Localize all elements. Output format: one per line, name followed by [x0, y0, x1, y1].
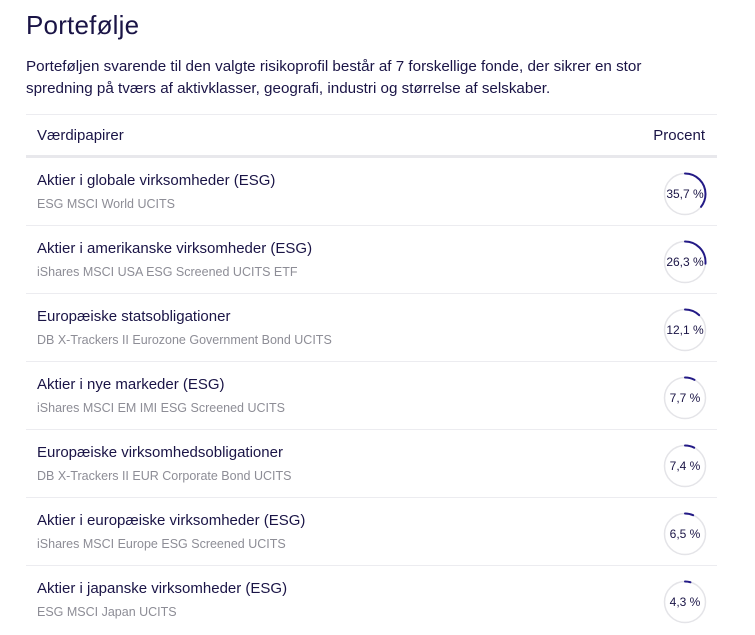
percent-value: 4,3 %	[669, 595, 701, 609]
percent-donut: 6,5 %	[663, 512, 707, 556]
percent-value: 35,7 %	[666, 186, 704, 201]
row-text: Aktier i europæiske virksomheder (ESG) iS…	[37, 512, 305, 552]
fund-name: iShares MSCI USA ESG Screened UCITS ETF	[37, 264, 298, 279]
table-row: Aktier i nye markeder (ESG) iShares MSCI …	[26, 362, 717, 430]
table-row: Aktier i globale virksomheder (ESG) ESG M…	[26, 158, 717, 226]
intro-text: Porteføljen svarende til den valgte risi…	[26, 58, 642, 97]
percent-value: 26,3 %	[666, 254, 704, 269]
percent-donut: 12,1 %	[663, 308, 707, 352]
row-text: Europæiske statsobligationer DB X-Tracker…	[37, 308, 332, 348]
percent-donut: 4,3 %	[663, 580, 707, 624]
portfolio-table: Værdipapirer Procent Aktier i globale vi…	[26, 114, 717, 634]
percent-donut: 7,7 %	[663, 376, 707, 420]
percent-donut: 7,4 %	[663, 444, 707, 488]
row-text: Europæiske virksomhedsobligationer DB X-T…	[37, 444, 291, 484]
row-text: Aktier i nye markeder (ESG) iShares MSCI …	[37, 376, 285, 416]
table-row: Aktier i europæiske virksomheder (ESG) iS…	[26, 498, 717, 566]
table-header: Værdipapirer Procent	[26, 114, 717, 158]
percent-donut: 26,3 %	[663, 240, 707, 284]
header-percent: Procent	[653, 126, 705, 144]
fund-name: ESG MSCI World UCITS	[37, 196, 175, 211]
asset-class-name: Aktier i nye markeder (ESG)	[37, 375, 225, 393]
fund-name: DB X-Trackers II EUR Corporate Bond UCIT…	[37, 468, 292, 483]
fund-name: iShares MSCI EM IMI ESG Screened UCITS	[37, 400, 285, 415]
row-text: Aktier i amerikanske virksomheder (ESG) i…	[37, 240, 312, 280]
table-row: Aktier i amerikanske virksomheder (ESG) i…	[26, 226, 717, 294]
percent-donut: 35,7 %	[663, 172, 707, 216]
percent-value: 12,1 %	[666, 322, 704, 337]
header-securities: Værdipapirer	[37, 126, 124, 144]
table-row: Europæiske statsobligationer DB X-Tracker…	[26, 294, 717, 362]
row-text: Aktier i japanske virksomheder (ESG) ESG …	[37, 580, 287, 620]
asset-class-name: Aktier i japanske virksomheder (ESG)	[37, 580, 288, 597]
table-row: Aktier i japanske virksomheder (ESG) ESG …	[26, 566, 717, 634]
fund-name: iShares MSCI Europe ESG Screened UCITS	[37, 536, 286, 551]
fund-name: DB X-Trackers II Eurozone Government Bon…	[37, 332, 332, 347]
asset-class-name: Europæiske virksomhedsobligationer	[37, 443, 283, 461]
asset-class-name: Aktier i amerikanske virksomheder (ESG)	[37, 239, 313, 257]
percent-value: 7,7 %	[669, 390, 701, 405]
table-body: Aktier i globale virksomheder (ESG) ESG M…	[26, 158, 717, 634]
table-row: Europæiske virksomhedsobligationer DB X-T…	[26, 430, 717, 498]
page-title: Portefølje	[26, 10, 140, 40]
asset-class-name: Aktier i europæiske virksomheder (ESG)	[37, 511, 306, 529]
asset-class-name: Aktier i globale virksomheder (ESG)	[37, 171, 276, 189]
row-text: Aktier i globale virksomheder (ESG) ESG M…	[37, 172, 275, 212]
fund-name: ESG MSCI Japan UCITS	[37, 605, 177, 619]
asset-class-name: Europæiske statsobligationer	[37, 307, 231, 325]
percent-value: 6,5 %	[669, 526, 701, 541]
percent-value: 7,4 %	[669, 458, 701, 473]
